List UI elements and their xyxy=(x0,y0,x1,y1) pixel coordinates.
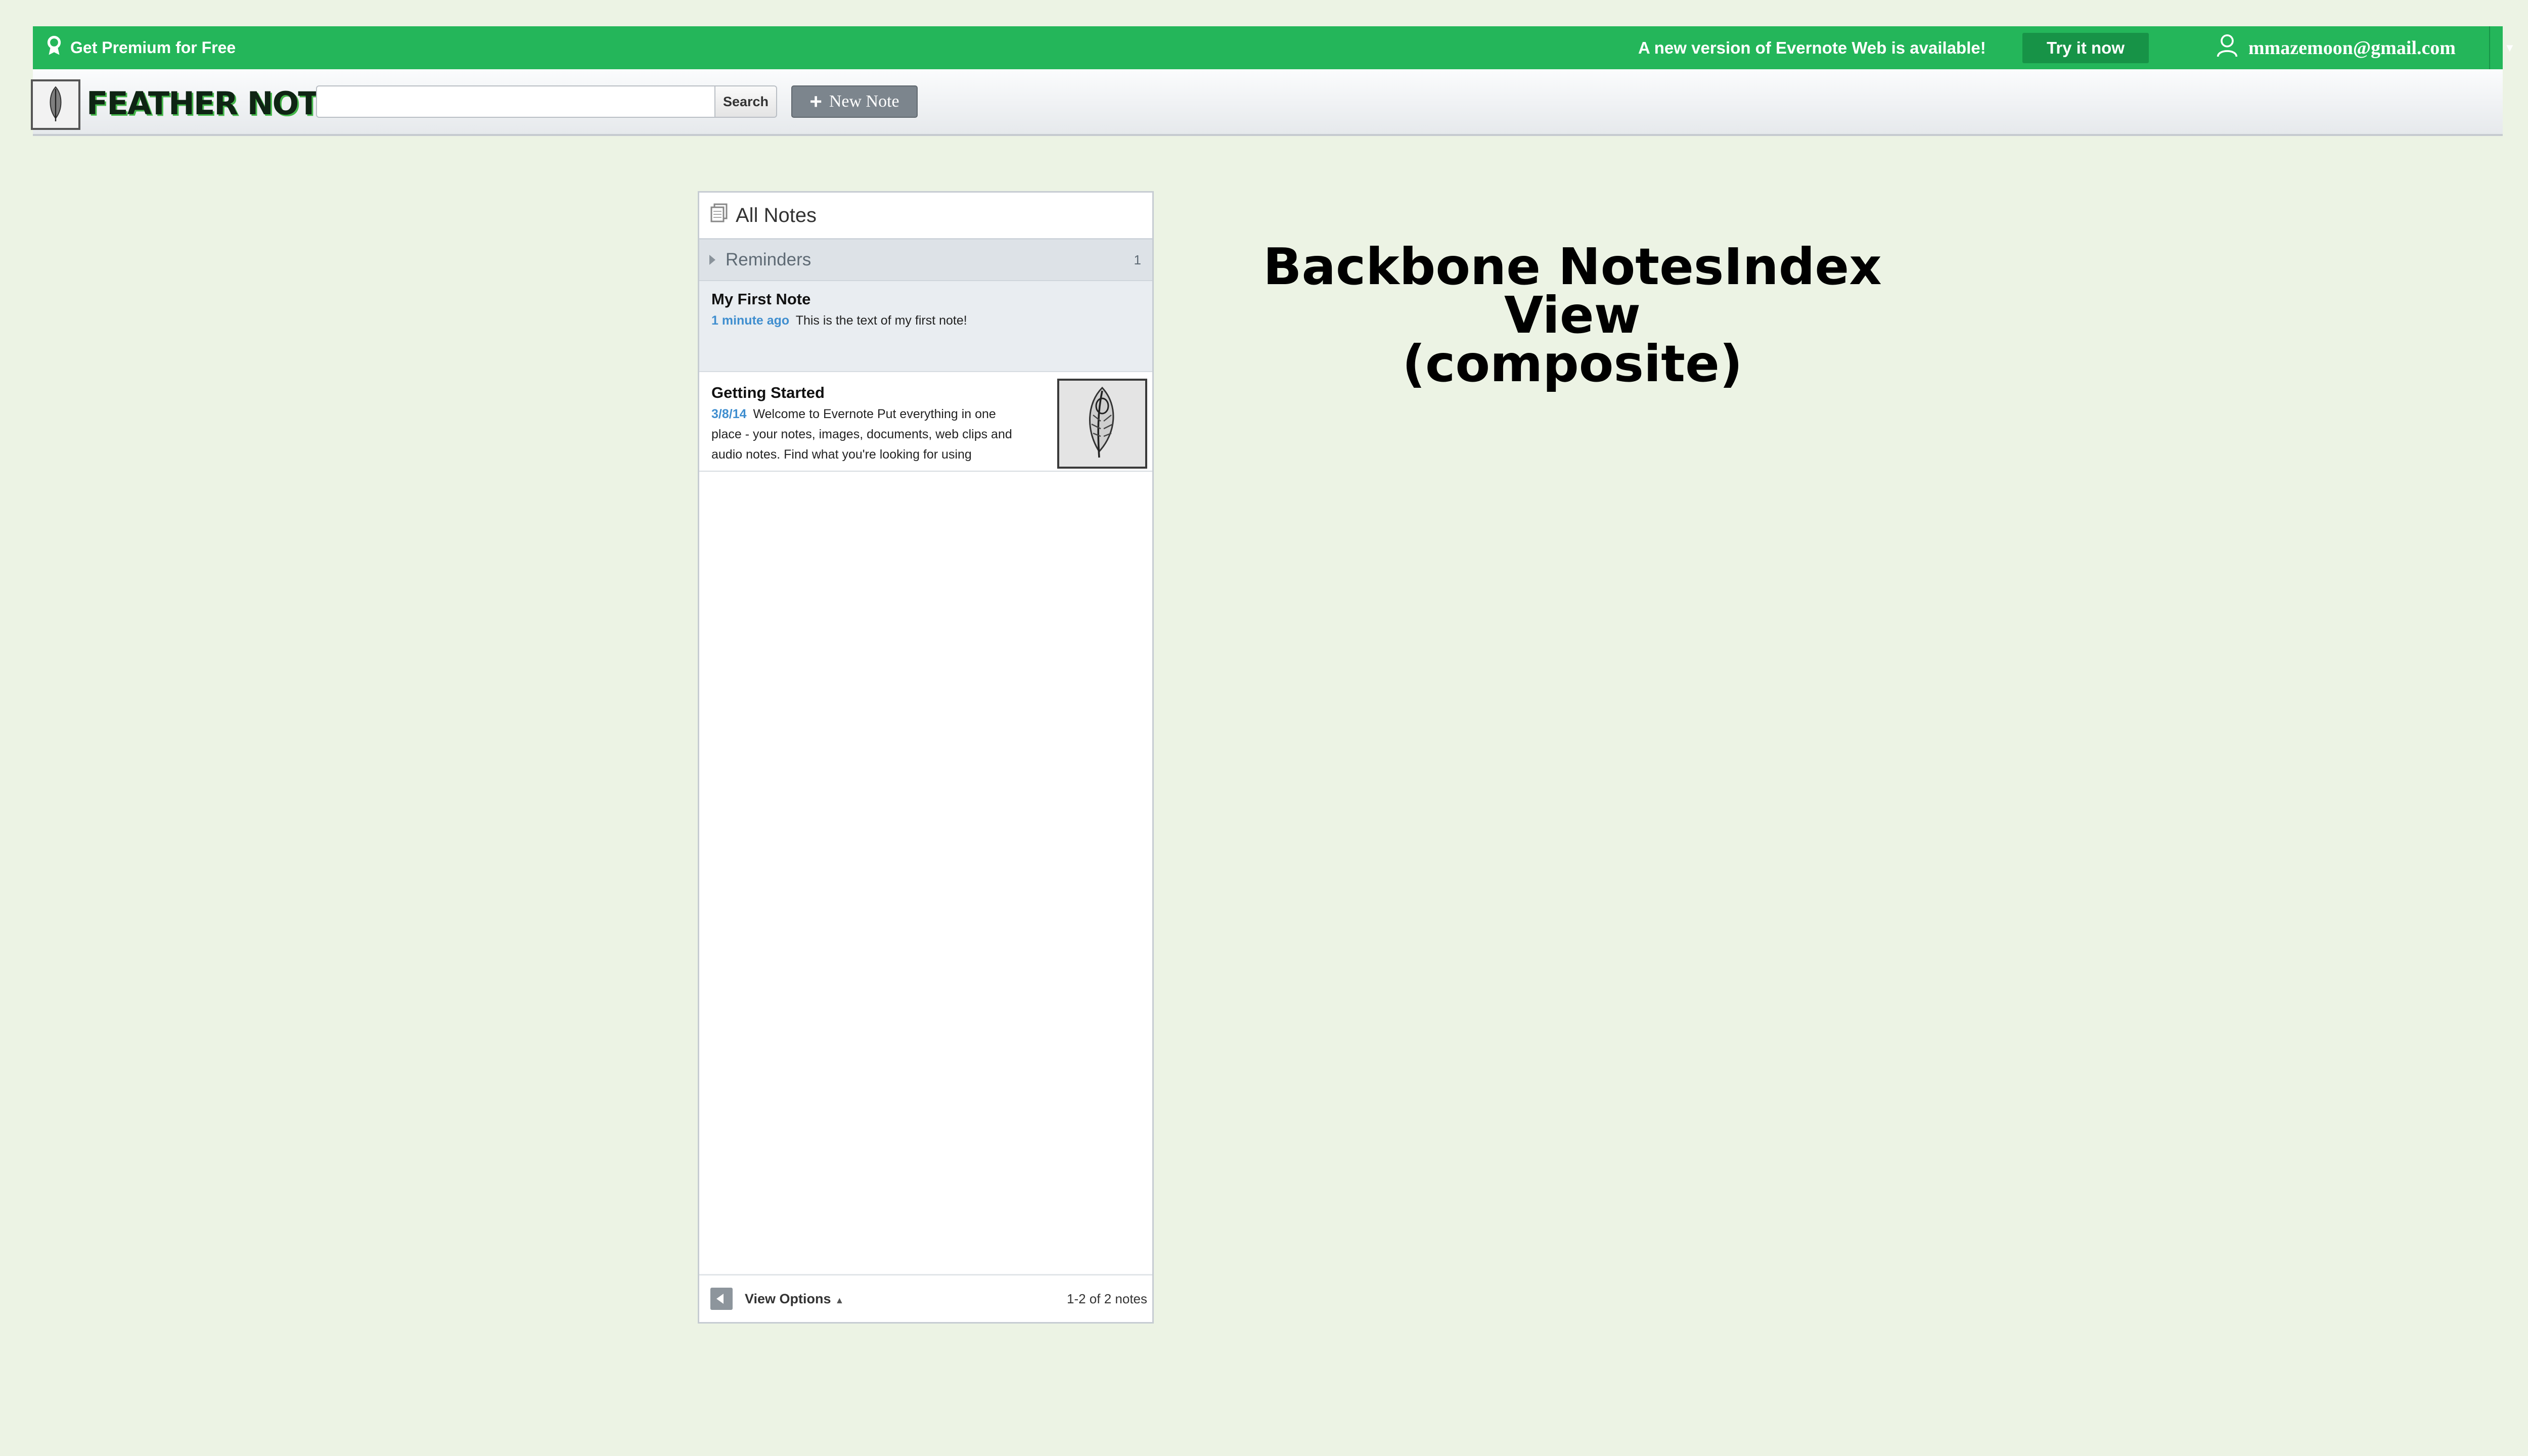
note-thumbnail xyxy=(1057,379,1147,469)
chevron-down-icon[interactable]: ▼ xyxy=(2504,26,2515,69)
app-wordmark: FEATHER NOTE xyxy=(86,85,340,122)
update-message: A new version of Evernote Web is availab… xyxy=(1638,38,1986,57)
search-input[interactable] xyxy=(316,85,715,118)
feather-icon xyxy=(44,85,67,125)
note-date: 1 minute ago xyxy=(711,313,790,328)
panel-header: All Notes xyxy=(699,193,1152,240)
premium-label: Get Premium for Free xyxy=(70,38,236,57)
note-snippet: 1 minute ago This is the text of my firs… xyxy=(711,310,967,331)
notes-index-panel: All Notes Reminders 1 My First Note 1 mi… xyxy=(698,191,1154,1324)
slide-title: Backbone NotesIndex View (composite) xyxy=(1213,237,1931,393)
notes-stack-icon xyxy=(710,203,729,228)
award-icon xyxy=(45,35,63,61)
try-it-now-button[interactable]: Try it now xyxy=(2022,33,2149,63)
slide-title-line: Backbone NotesIndex View xyxy=(1263,237,1882,345)
note-text: This is the text of my first note! xyxy=(795,313,967,328)
note-date: 3/8/14 xyxy=(711,407,747,421)
note-snippet: 3/8/14 Welcome to Evernote Put everythin… xyxy=(711,404,1020,465)
note-text: Welcome to Evernote Put everything in on… xyxy=(711,407,1012,462)
reminders-label: Reminders xyxy=(726,250,811,269)
note-list-item[interactable]: Getting Started 3/8/14 Welcome to Everno… xyxy=(699,375,1152,472)
panel-title: All Notes xyxy=(736,204,817,226)
feather-icon xyxy=(1079,385,1125,463)
notes-count: 1-2 of 2 notes xyxy=(1067,1291,1147,1306)
user-menu[interactable]: mmazemoon@gmail.com xyxy=(2216,26,2456,69)
note-title: Getting Started xyxy=(711,384,825,401)
note-title: My First Note xyxy=(711,290,811,308)
app-logo[interactable] xyxy=(31,79,80,130)
reminders-count: 1 xyxy=(1134,252,1141,267)
new-note-button[interactable]: + New Note xyxy=(791,85,918,118)
toolbar: FEATHER NOTE Search + New Note xyxy=(31,69,2503,136)
reminders-toggle[interactable]: Reminders 1 xyxy=(699,240,1152,281)
top-bar: Get Premium for Free A new version of Ev… xyxy=(33,26,2515,69)
panel-footer: View Options ▲ 1-2 of 2 notes xyxy=(699,1274,1152,1322)
view-options-label: View Options xyxy=(745,1291,831,1306)
new-note-label: New Note xyxy=(829,92,899,111)
caret-up-icon: ▲ xyxy=(835,1295,844,1305)
premium-link[interactable]: Get Premium for Free xyxy=(45,26,236,69)
user-icon xyxy=(2216,33,2238,63)
search-button[interactable]: Search xyxy=(715,85,777,118)
divider xyxy=(2489,26,2490,69)
view-options-button[interactable]: View Options ▲ xyxy=(745,1276,844,1322)
note-list-item[interactable]: My First Note 1 minute ago This is the t… xyxy=(699,281,1152,372)
slide-subtitle-line: (composite) xyxy=(1402,334,1743,393)
expand-triangle-icon xyxy=(709,255,715,265)
collapse-panel-button[interactable] xyxy=(710,1288,733,1310)
user-email: mmazemoon@gmail.com xyxy=(2248,37,2456,59)
plus-icon: + xyxy=(809,89,822,113)
